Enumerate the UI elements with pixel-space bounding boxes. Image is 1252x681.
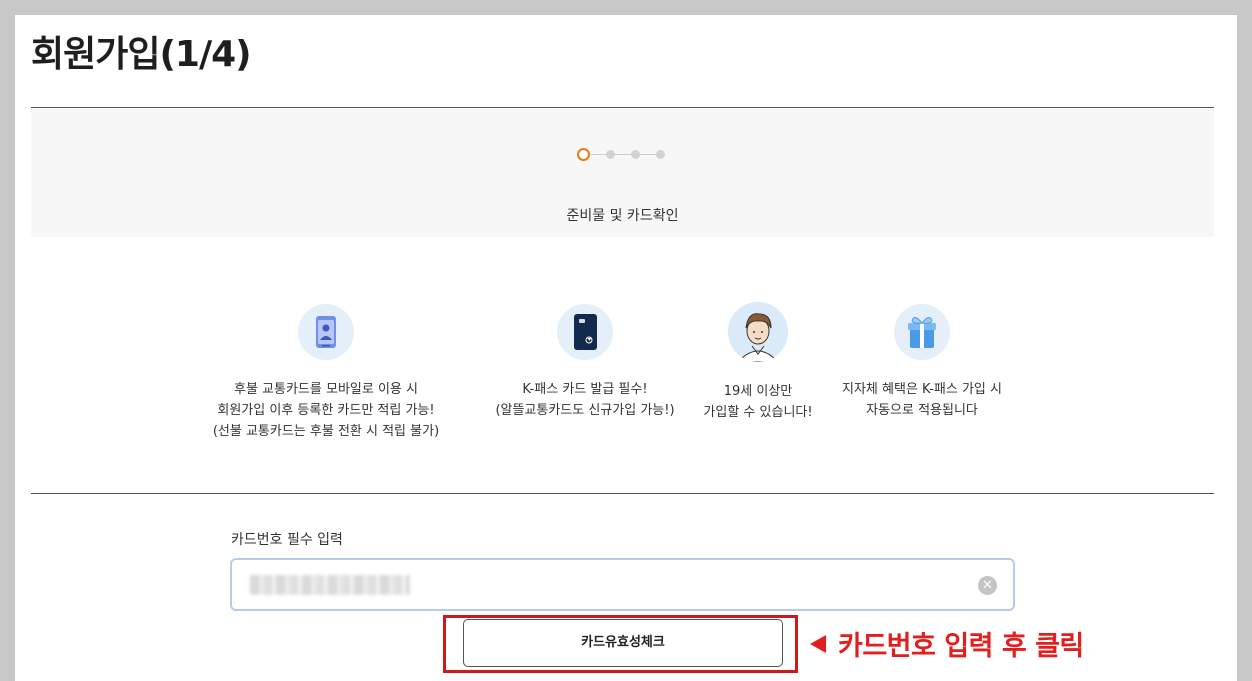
mobile-phone-card-icon bbox=[298, 304, 354, 360]
feature-description: 지자체 혜택은 K-패스 가입 시 자동으로 적용됩니다 bbox=[802, 379, 1042, 421]
clear-input-icon[interactable]: ✕ bbox=[978, 576, 997, 595]
card-number-input[interactable]: ✕ bbox=[230, 558, 1015, 611]
step-connector bbox=[587, 154, 657, 155]
arrow-left-icon bbox=[810, 635, 826, 653]
signup-page: 회원가입(1/4) 준비물 및 카드확인 후불 교통카드를 모바일로 이용 시 … bbox=[15, 15, 1237, 681]
step-dot-2 bbox=[606, 150, 615, 159]
feature-local-benefits: 지자체 혜택은 K-패스 가입 시 자동으로 적용됩니다 bbox=[802, 304, 1042, 421]
annotation-text: 카드번호 입력 후 클릭 bbox=[838, 631, 1084, 662]
step-indicator bbox=[577, 148, 667, 162]
step-dot-4 bbox=[656, 150, 665, 159]
section-divider bbox=[31, 493, 1214, 494]
card-number-label: 카드번호 필수 입력 bbox=[231, 532, 343, 548]
feature-mobile-card: 후불 교통카드를 모바일로 이용 시 회원가입 이후 등록한 카드만 적립 가능… bbox=[206, 304, 446, 442]
title-divider bbox=[31, 107, 1214, 108]
masked-card-number bbox=[250, 575, 410, 595]
step-panel: 준비물 및 카드확인 bbox=[31, 109, 1214, 237]
card-validity-check-button[interactable]: 카드유효성체크 bbox=[463, 619, 783, 667]
kpass-card-icon bbox=[557, 304, 613, 360]
feature-text-line: 지자체 혜택은 K-패스 가입 시 bbox=[842, 382, 1002, 397]
feature-text-line: 후불 교통카드를 모바일로 이용 시 bbox=[234, 382, 418, 397]
page-title: 회원가입(1/4) bbox=[31, 34, 252, 75]
feature-description: 후불 교통카드를 모바일로 이용 시 회원가입 이후 등록한 카드만 적립 가능… bbox=[206, 379, 446, 442]
step-dot-1-active bbox=[577, 148, 590, 161]
gift-box-icon bbox=[894, 304, 950, 360]
step-label: 준비물 및 카드확인 bbox=[566, 208, 679, 224]
step-dot-3 bbox=[631, 150, 640, 159]
feature-text-line: 자동으로 적용됩니다 bbox=[866, 403, 978, 418]
feature-text-line: (선불 교통카드는 후불 전환 시 적립 불가) bbox=[212, 424, 440, 439]
person-avatar-icon bbox=[728, 302, 788, 362]
annotation-callout: 카드번호 입력 후 클릭 bbox=[810, 624, 1084, 663]
feature-text-line: 회원가입 이후 등록한 카드만 적립 가능! bbox=[217, 403, 435, 418]
